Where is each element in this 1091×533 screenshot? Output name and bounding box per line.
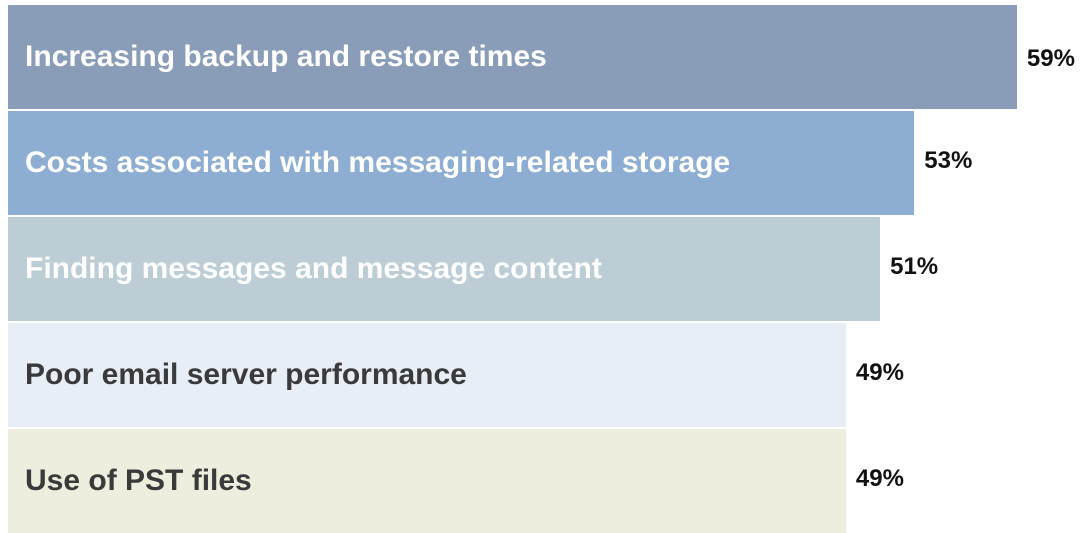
bar-chart: Increasing backup and restore times 59% Co… [0,0,1091,533]
bar: Costs associated with messaging-related … [8,111,915,215]
bar-category-label: Use of PST files [25,464,252,497]
bar-category-label: Finding messages and message content [25,252,602,285]
bar-value-label: 51% [890,253,939,280]
bar-value-label: 59% [1026,45,1075,72]
bar: Finding messages and message content [8,217,881,321]
bar-value-label: 53% [924,147,973,174]
bar-value-label: 49% [855,465,904,492]
bar: Poor email server performance [8,323,846,427]
bar-category-label: Increasing backup and restore times [25,40,547,73]
bar-category-label: Costs associated with messaging-related … [25,146,731,179]
bar: Use of PST files [8,429,846,533]
bar-value-label: 49% [855,359,904,386]
bar-category-label: Poor email server performance [25,358,467,391]
bar: Increasing backup and restore times [8,5,1017,109]
